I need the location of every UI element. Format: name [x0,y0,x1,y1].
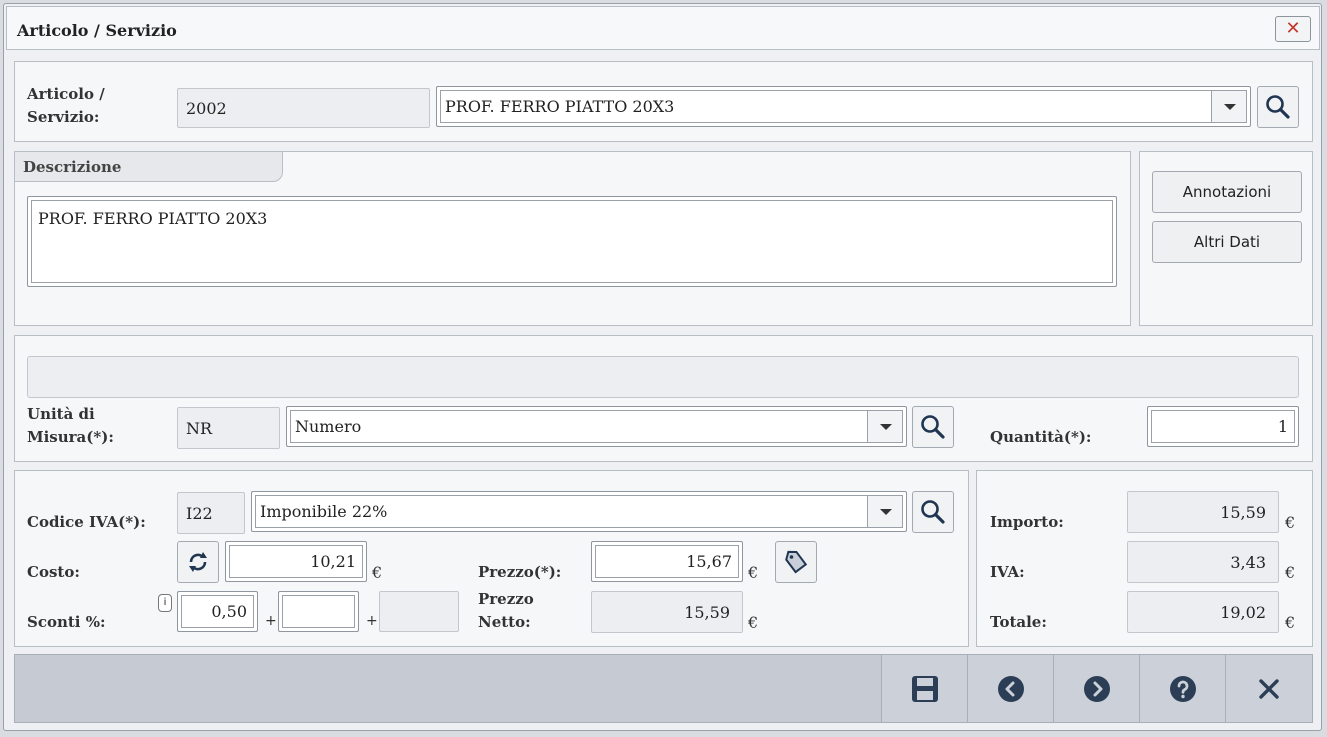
price-label: Prezzo(*): [478,563,562,581]
unit-code-field: NR [177,407,280,449]
quantity-input[interactable]: 1 [1147,406,1299,447]
net-price-label: Prezzo Netto: [478,590,534,631]
chevron-right-icon [1084,675,1110,702]
title-bar: Articolo / Servizio [6,6,1320,50]
tag-icon [785,550,808,574]
vat-amount-currency: € [1285,563,1296,582]
chevron-down-icon[interactable] [867,496,902,527]
quantity-label: Quantità(*): [990,428,1092,446]
article-search-button[interactable] [1257,86,1299,128]
discount-3-field [379,591,459,632]
amount-currency: € [1285,513,1296,532]
help-icon [1170,675,1196,702]
plus-sign-1: + [265,613,277,629]
info-icon[interactable]: i [158,594,172,612]
save-button[interactable] [881,655,968,722]
net-price-currency: € [748,613,759,632]
unit-select[interactable]: Numero [286,406,907,447]
amount-label: Importo: [990,513,1064,531]
refresh-cost-button[interactable] [177,541,219,583]
exit-button[interactable] [1225,655,1312,722]
discounts-label: Sconti %: [27,613,106,631]
help-button[interactable] [1139,655,1226,722]
description-textarea[interactable]: PROF. FERRO PIATTO 20X3 [27,196,1117,287]
price-currency: € [748,563,759,582]
cost-label: Costo: [27,563,80,581]
close-icon [1259,678,1279,699]
unit-label: Unità di Misura(*): [27,405,114,446]
previous-button[interactable] [967,655,1054,722]
article-label: Articolo / Servizio: [27,85,105,126]
amount-field: 15,59 [1127,491,1279,533]
total-currency: € [1285,613,1296,632]
footer-toolbar [14,654,1313,723]
price-input[interactable]: 15,67 [591,541,743,582]
net-price-field: 15,59 [591,591,743,633]
article-select[interactable]: PROF. FERRO PIATTO 20X3 [436,86,1251,127]
vat-select[interactable]: Imponibile 22% [251,491,907,532]
vat-code-field: I22 [177,492,245,534]
description-tab: Descrizione [14,151,283,182]
search-icon [921,415,945,439]
cost-currency: € [372,563,383,582]
vat-amount-label: IVA: [990,563,1025,581]
chevron-down-icon[interactable] [1211,91,1246,122]
vat-search-button[interactable] [912,491,954,533]
search-icon [921,500,945,524]
close-icon: ✕ [1285,18,1301,39]
discount-2-input[interactable] [278,591,359,632]
chevron-down-icon[interactable] [867,411,902,442]
article-code-field: 2002 [177,88,430,128]
discount-1-input[interactable]: 0,50 [177,591,258,632]
save-icon [912,675,938,702]
annotations-button[interactable]: Annotazioni [1152,171,1302,213]
vat-amount-field: 3,43 [1127,541,1279,583]
search-icon [1266,95,1290,119]
price-list-button[interactable] [775,541,817,583]
window-title: Articolo / Servizio [17,21,177,40]
vat-label: Codice IVA(*): [27,513,146,531]
chevron-left-icon [998,675,1024,702]
plus-sign-2: + [366,613,378,629]
refresh-icon [189,552,207,572]
cost-input[interactable]: 10,21 [225,541,367,582]
close-button[interactable]: ✕ [1275,16,1311,42]
info-bar [27,356,1299,398]
total-field: 19,02 [1127,591,1279,633]
unit-search-button[interactable] [912,406,954,448]
other-data-button[interactable]: Altri Dati [1152,221,1302,263]
next-button[interactable] [1053,655,1140,722]
total-label: Totale: [990,613,1047,631]
